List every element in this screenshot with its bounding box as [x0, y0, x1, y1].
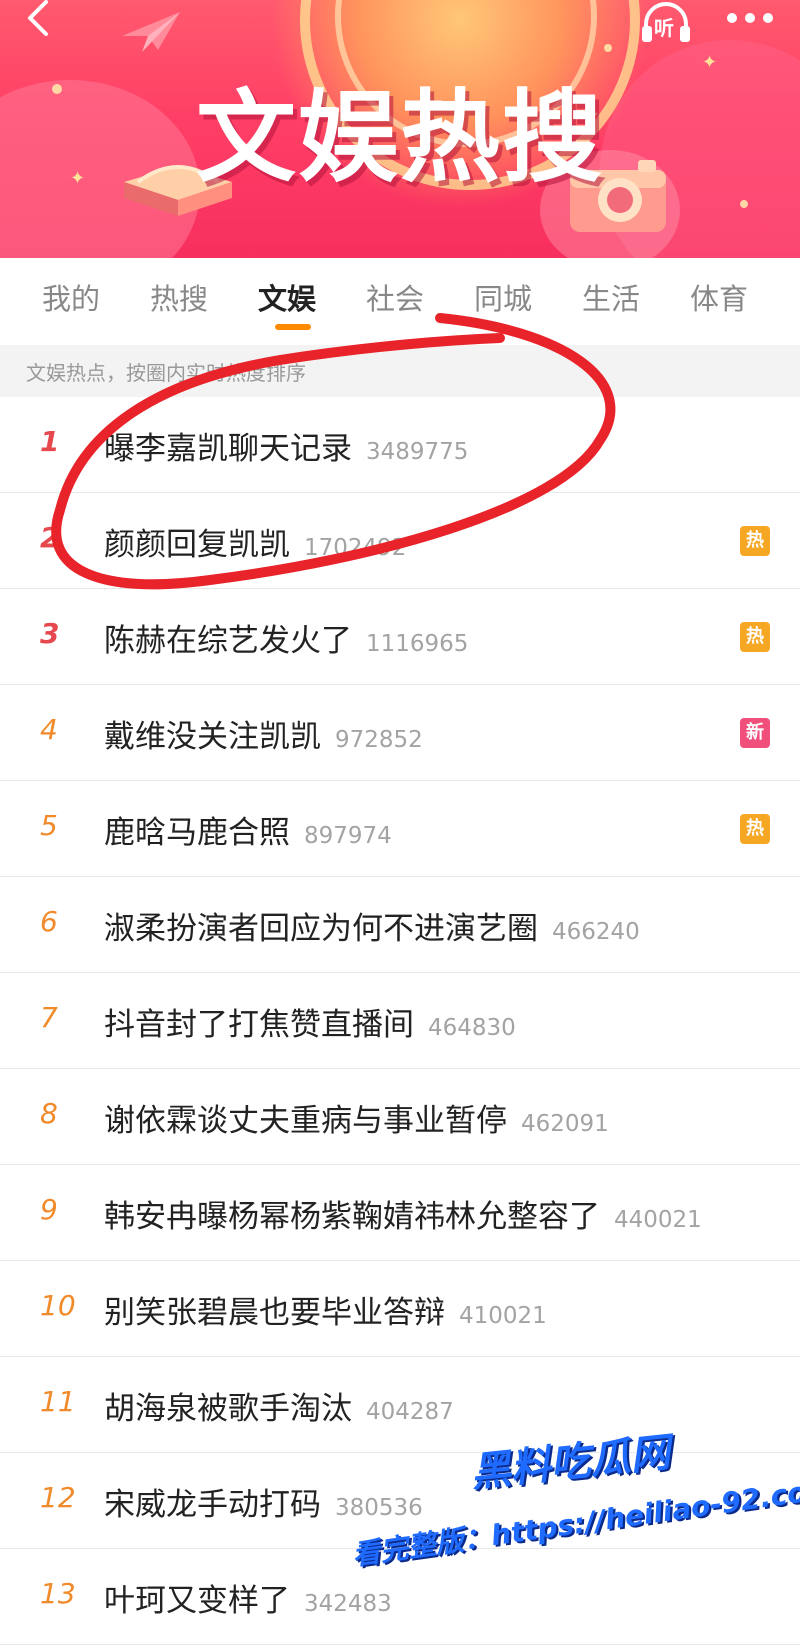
list-item[interactable]: 3 陈赫在综艺发火了 1116965 热 — [0, 589, 800, 685]
item-title: 颜颜回复凯凯 1702492 — [104, 527, 407, 563]
listen-button[interactable]: 听 — [640, 0, 692, 44]
item-title: 别笑张碧晨也要毕业答辩 410021 — [104, 1295, 547, 1331]
heat-count: 410021 — [459, 1303, 547, 1329]
rank-number: 9 — [40, 1193, 58, 1226]
list-item[interactable]: 2 颜颜回复凯凯 1702492 热 — [0, 493, 800, 589]
page-title: 文娱热搜 — [196, 79, 604, 196]
list-item[interactable]: 1 曝李嘉凯聊天记录 3489775 — [0, 397, 800, 493]
heat-count: 972852 — [335, 727, 423, 753]
tab-life[interactable]: 生活 — [556, 276, 666, 326]
list-item[interactable]: 11 胡海泉被歌手淘汰 404287 — [0, 1357, 800, 1453]
item-title: 戴维没关注凯凯 972852 — [104, 719, 423, 755]
new-badge: 新 — [740, 718, 770, 748]
item-title: 淑柔扮演者回应为何不进演艺圈 466240 — [104, 911, 640, 947]
active-tab-indicator — [275, 324, 311, 330]
heat-count: 440021 — [614, 1207, 702, 1233]
heat-count: 897974 — [304, 823, 392, 849]
hint-bar: 文娱热点，按圈内实时热度排序 — [0, 345, 800, 397]
back-button[interactable] — [18, 0, 58, 40]
item-title: 宋威龙手动打码 380536 — [104, 1487, 423, 1523]
heat-count: 466240 — [552, 919, 640, 945]
rank-number: 7 — [40, 1001, 58, 1034]
heat-count: 464830 — [428, 1015, 516, 1041]
listen-label: 听 — [654, 16, 674, 40]
category-tabs: 我的 热搜 文娱 社会 同城 生活 体育 — [0, 258, 800, 340]
heat-count: 1116965 — [366, 631, 469, 657]
item-title: 鹿晗马鹿合照 897974 — [104, 815, 392, 851]
hot-badge: 热 — [740, 622, 770, 652]
hint-text: 文娱热点，按圈内实时热度排序 — [26, 361, 306, 385]
item-title: 陈赫在综艺发火了 1116965 — [104, 623, 469, 659]
list-item[interactable]: 5 鹿晗马鹿合照 897974 热 — [0, 781, 800, 877]
rank-number: 12 — [40, 1481, 76, 1514]
heat-count: 3489775 — [366, 439, 469, 465]
heat-count: 462091 — [521, 1111, 609, 1137]
list-item[interactable]: 12 宋威龙手动打码 380536 — [0, 1453, 800, 1549]
item-title: 抖音封了打焦赞直播间 464830 — [104, 1007, 516, 1043]
rank-number: 5 — [40, 809, 58, 842]
tab-mine[interactable]: 我的 — [16, 276, 126, 326]
heat-count: 404287 — [366, 1399, 454, 1425]
item-title: 曝李嘉凯聊天记录 3489775 — [104, 431, 469, 467]
item-title: 叶珂又变样了 342483 — [104, 1583, 392, 1619]
rank-number: 3 — [40, 617, 60, 650]
hot-search-list: 1 曝李嘉凯聊天记录 3489775 2 颜颜回复凯凯 1702492 热 3 陈赫… — [0, 397, 800, 1645]
heat-count: 342483 — [304, 1591, 392, 1617]
rank-number: 8 — [40, 1097, 58, 1130]
list-item[interactable]: 6 淑柔扮演者回应为何不进演艺圈 466240 — [0, 877, 800, 973]
heat-count: 380536 — [335, 1495, 423, 1521]
rank-number: 10 — [40, 1289, 76, 1322]
hot-badge: 热 — [740, 814, 770, 844]
rank-number: 11 — [40, 1385, 76, 1418]
item-title: 谢依霖谈丈夫重病与事业暂停 462091 — [104, 1103, 609, 1139]
tab-local[interactable]: 同城 — [448, 276, 558, 326]
tab-hot[interactable]: 热搜 — [124, 276, 234, 326]
tab-society[interactable]: 社会 — [340, 276, 450, 326]
list-item[interactable]: 13 叶珂又变样了 342483 — [0, 1549, 800, 1645]
rank-number: 13 — [40, 1577, 76, 1610]
tab-sports[interactable]: 体育 — [664, 276, 774, 326]
rank-number: 4 — [40, 713, 58, 746]
paper-plane-icon — [122, 12, 180, 52]
rank-number: 2 — [40, 521, 60, 554]
more-options-icon[interactable] — [722, 6, 778, 30]
list-item[interactable]: 4 戴维没关注凯凯 972852 新 — [0, 685, 800, 781]
list-item[interactable]: 10 别笑张碧晨也要毕业答辩 410021 — [0, 1261, 800, 1357]
hot-badge: 热 — [740, 526, 770, 556]
list-item[interactable]: 8 谢依霖谈丈夫重病与事业暂停 462091 — [0, 1069, 800, 1165]
list-item[interactable]: 9 韩安冉曝杨幂杨紫鞠婧祎林允整容了 440021 — [0, 1165, 800, 1261]
list-item[interactable]: 7 抖音封了打焦赞直播间 464830 — [0, 973, 800, 1069]
item-title: 胡海泉被歌手淘汰 404287 — [104, 1391, 454, 1427]
heat-count: 1702492 — [304, 535, 407, 561]
rank-number: 1 — [40, 425, 60, 458]
item-title: 韩安冉曝杨幂杨紫鞠婧祎林允整容了 440021 — [104, 1199, 702, 1235]
tab-entertainment[interactable]: 文娱 — [232, 276, 342, 326]
rank-number: 6 — [40, 905, 58, 938]
